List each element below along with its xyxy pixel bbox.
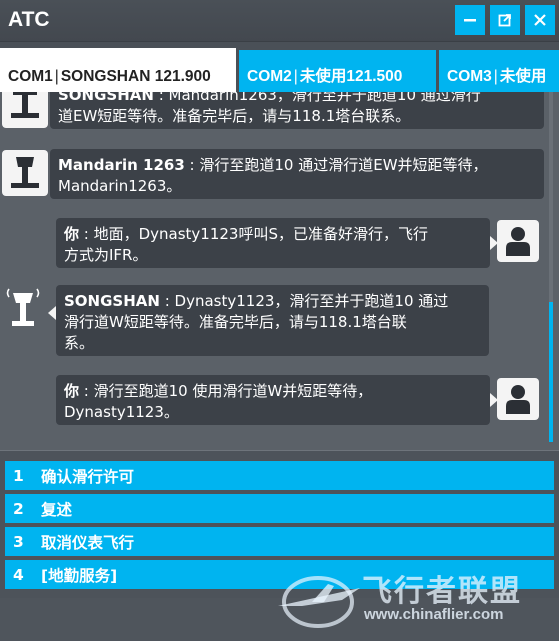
option-number: 1	[13, 466, 24, 485]
tab-com2-name: COM2	[247, 68, 292, 85]
com-tabs: COM1 | SONGSHAN 121.900 COM2 | 未使用 121.500 CO…	[0, 42, 559, 92]
watermark: 飞行者联盟 www.chinaflier.com	[272, 564, 552, 636]
minimize-icon	[464, 19, 476, 22]
message-log[interactable]: SONGSHAN : Mandarin1263，滑行至并于跑道10 通过滑行 道…	[0, 92, 559, 450]
option-number: 3	[13, 532, 24, 551]
option-cancel-ifr[interactable]: 3 取消仪表飞行	[5, 527, 554, 556]
message-text: : 滑行至跑道10 通过滑行道EW并短距等待，	[184, 156, 488, 174]
message-text-cont: 方式为IFR。	[64, 246, 148, 264]
window-title: ATC	[8, 8, 50, 31]
atc-tower-avatar	[2, 92, 48, 128]
message-text-cont: Dynasty1123。	[64, 403, 179, 421]
tab-com1-station: SONGSHAN	[60, 68, 151, 85]
message-text: 道EW短距等待。准备完毕后，请与118.1塔台联系。	[58, 107, 411, 125]
option-number: 2	[13, 499, 24, 518]
message-text-cont: 滑行道W短距等待。准备完毕后，请与118.1塔台联	[64, 313, 407, 331]
option-label: [地勤服务]	[41, 566, 118, 585]
tab-com2[interactable]: COM2 | 未使用 121.500	[239, 50, 436, 92]
message-text-cont: Mandarin1263。	[58, 177, 182, 195]
watermark-url: www.chinaflier.com	[364, 606, 504, 623]
tab-com3[interactable]: COM3 | 未使用	[439, 50, 559, 92]
scrollbar-thumb[interactable]	[549, 302, 553, 442]
user-avatar	[497, 378, 539, 420]
control-tower-icon	[11, 92, 39, 118]
person-icon	[506, 227, 530, 256]
message-text: : 地面，Dynasty1123呼叫S，已准备好滑行，飞行	[79, 225, 429, 243]
option-label: 取消仪表飞行	[41, 533, 135, 552]
watermark-logo-icon	[278, 576, 360, 628]
option-confirm-taxi[interactable]: 1 确认滑行许可	[5, 461, 554, 490]
message-speaker: SONGSHAN	[64, 292, 160, 310]
popout-icon	[498, 14, 511, 27]
control-tower-icon	[6, 288, 40, 326]
close-icon	[534, 14, 546, 26]
message-text: : Dynasty1123，滑行至并于跑道10 通过	[159, 292, 449, 310]
tab-com3-station: 未使用	[499, 68, 547, 85]
message-text: : 滑行至跑道10 使用滑行道W并短距等待，	[79, 382, 373, 400]
message-bubble-user: 你 : 滑行至跑道10 使用滑行道W并短距等待， Dynasty1123。	[56, 375, 490, 425]
close-button[interactable]	[525, 5, 555, 35]
message-speaker: 你	[64, 225, 80, 243]
atc-tower-avatar	[0, 286, 46, 332]
tab-com1-name: COM1	[8, 68, 53, 85]
option-number: 4	[13, 565, 24, 584]
option-label: 确认滑行许可	[41, 467, 135, 486]
watermark-text: 飞行者联盟	[362, 574, 522, 609]
option-label: 复述	[41, 500, 73, 519]
message-speaker: SONGSHAN	[58, 92, 154, 104]
tab-com1[interactable]: COM1 | SONGSHAN 121.900	[0, 48, 236, 92]
option-readback[interactable]: 2 复述	[5, 494, 554, 523]
message-bubble: SONGSHAN : Mandarin1263，滑行至并于跑道10 通过滑行 道…	[50, 92, 544, 129]
person-icon	[506, 385, 530, 414]
message-bubble-user: 你 : 地面，Dynasty1123呼叫S，已准备好滑行，飞行 方式为IFR。	[56, 218, 490, 268]
divider	[0, 450, 559, 458]
minimize-button[interactable]	[455, 5, 485, 35]
tab-com2-station: 未使用	[299, 68, 347, 85]
message-bubble: Mandarin 1263 : 滑行至跑道10 通过滑行道EW并短距等待， Ma…	[50, 149, 544, 199]
bubble-pointer	[48, 306, 56, 320]
control-tower-icon	[11, 157, 39, 188]
tab-com2-freq: 121.500	[346, 68, 403, 85]
message-speaker: Mandarin 1263	[58, 156, 185, 174]
message-speaker: 你	[64, 382, 80, 400]
title-bar: ATC	[0, 0, 559, 42]
tab-com1-freq: 121.900	[154, 68, 211, 85]
tab-com3-name: COM3	[447, 68, 492, 85]
message-text-cont: 系。	[64, 334, 95, 352]
atc-tower-avatar	[2, 150, 48, 196]
popout-button[interactable]	[490, 5, 520, 35]
message-bubble: SONGSHAN : Dynasty1123，滑行至并于跑道10 通过 滑行道W…	[56, 285, 489, 356]
user-avatar	[497, 220, 539, 262]
